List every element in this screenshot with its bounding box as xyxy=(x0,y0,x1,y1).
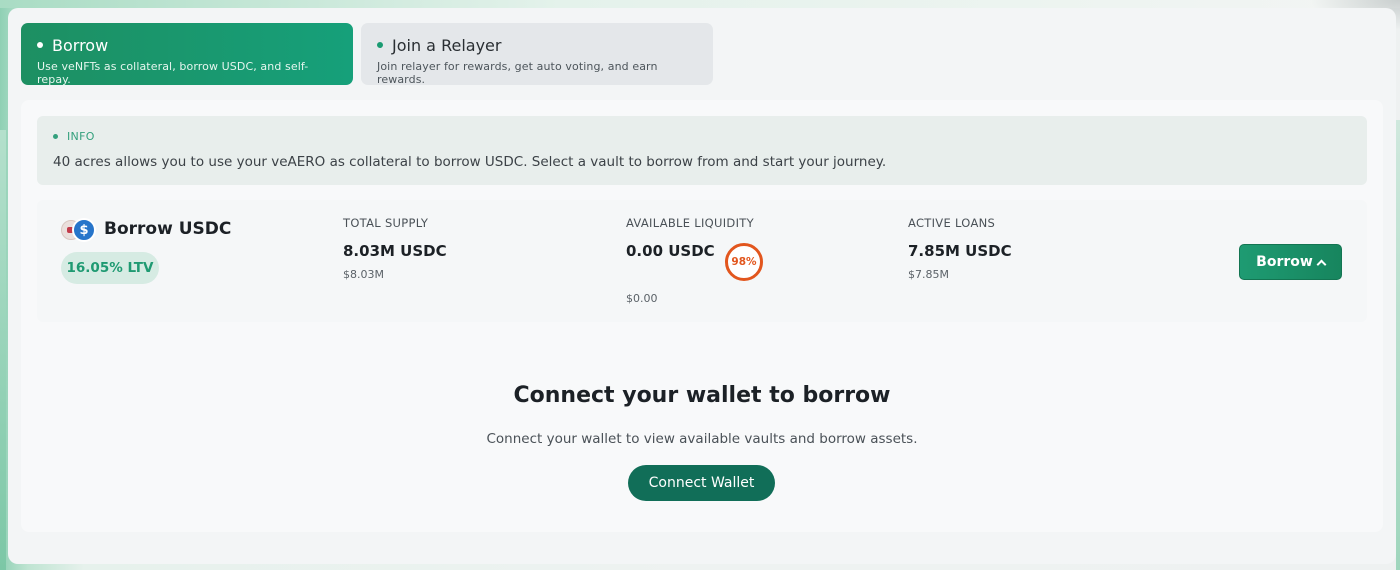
active-dot-icon xyxy=(37,42,43,48)
tab-relayer-title: Join a Relayer xyxy=(392,35,502,55)
stat-total-supply: TOTAL SUPPLY 8.03M USDC $8.03M xyxy=(343,216,447,281)
stat-usd-value: $0.00 xyxy=(626,292,658,305)
stat-value: 8.03M USDC xyxy=(343,242,447,260)
stat-label: TOTAL SUPPLY xyxy=(343,216,429,230)
info-banner: INFO 40 acres allows you to use your veA… xyxy=(37,116,1367,185)
borrow-button-label: Borrow xyxy=(1256,254,1313,270)
info-text: 40 acres allows you to use your veAERO a… xyxy=(53,154,887,170)
background-edge-right xyxy=(1396,120,1400,570)
connect-wallet-button[interactable]: Connect Wallet xyxy=(628,465,775,501)
connect-title: Connect your wallet to borrow xyxy=(513,383,891,408)
info-label: INFO xyxy=(67,130,95,143)
top-band xyxy=(0,0,1400,8)
connect-subtitle: Connect your wallet to view available va… xyxy=(486,431,918,447)
ltv-badge: 16.05% LTV xyxy=(61,252,159,284)
stat-value: 7.85M USDC xyxy=(908,242,1012,260)
stat-usd-value: $8.03M xyxy=(343,268,384,281)
stat-usd-value: $7.85M xyxy=(908,268,949,281)
tab-relayer-title-row: Join a Relayer xyxy=(377,35,697,55)
tab-relayer-subtitle: Join relayer for rewards, get auto votin… xyxy=(377,60,658,86)
stat-label: ACTIVE LOANS xyxy=(908,216,996,230)
info-dot-icon xyxy=(53,134,58,139)
borrow-button[interactable]: Borrow xyxy=(1239,244,1342,280)
stat-label: AVAILABLE LIQUIDITY xyxy=(626,216,754,230)
background-edge-left xyxy=(0,130,6,570)
asset-icons: $ xyxy=(61,218,97,242)
tab-borrow-title: Borrow xyxy=(52,35,109,55)
usdc-icon: $ xyxy=(72,218,96,242)
stat-active-loans: ACTIVE LOANS 7.85M USDC $7.85M xyxy=(908,216,1012,281)
tab-join-relayer[interactable]: Join a Relayer Join relayer for rewards,… xyxy=(361,23,713,86)
utilization-ring: 98% xyxy=(725,243,763,281)
vault-name: Borrow USDC xyxy=(104,219,232,239)
tab-borrow-title-row: Borrow xyxy=(37,35,337,55)
info-label-row: INFO xyxy=(53,130,95,143)
borrow-card: INFO 40 acres allows you to use your veA… xyxy=(21,100,1383,532)
dot-icon xyxy=(377,42,383,48)
tab-borrow[interactable]: Borrow Use veNFTs as collateral, borrow … xyxy=(21,23,353,86)
tab-borrow-subtitle: Use veNFTs as collateral, borrow USDC, a… xyxy=(37,60,309,86)
chevron-up-icon xyxy=(1316,259,1327,269)
vault-row: $ Borrow USDC 16.05% LTV TOTAL SUPPLY 8.… xyxy=(37,200,1367,322)
